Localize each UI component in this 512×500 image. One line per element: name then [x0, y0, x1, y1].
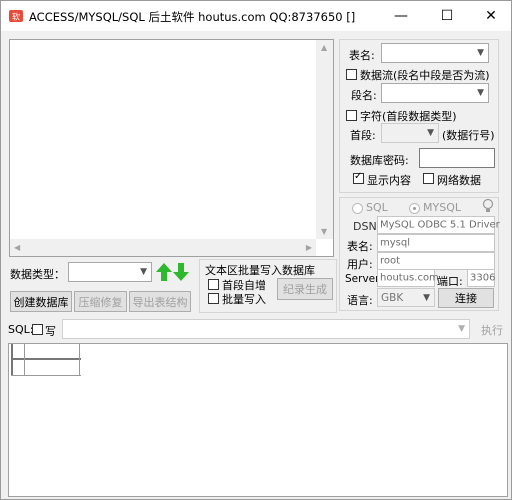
close-button[interactable]: ✕: [469, 1, 512, 31]
move-up-down-arrows: [156, 263, 189, 281]
data-type-select[interactable]: ▼: [68, 262, 152, 282]
user-label: 用户:: [347, 258, 373, 271]
svg-text:软: 软: [12, 12, 20, 22]
title-bar: 软 ACCESS/MYSQL/SQL 后土软件 houtus.com QQ:87…: [1, 1, 511, 31]
field-name-select[interactable]: ▼: [381, 83, 489, 103]
mysql-radio[interactable]: [409, 203, 420, 214]
sql-write-label: 写: [45, 325, 56, 338]
up-arrow-icon[interactable]: [156, 263, 172, 281]
show-content-checkbox[interactable]: [353, 171, 364, 184]
connect-button[interactable]: 连接: [438, 288, 494, 308]
chars-label: 字符(首段数据类型): [360, 110, 457, 123]
port-input[interactable]: 3306: [467, 269, 495, 287]
table-name-label: 表名:: [349, 49, 375, 62]
sql-label: SQL:: [8, 323, 34, 336]
show-content-label: 显示内容: [367, 174, 411, 187]
text-area-vertical-scrollbar[interactable]: ▲ ▼: [316, 40, 333, 239]
stream-checkbox[interactable]: [346, 69, 357, 80]
chevron-down-icon: ▼: [140, 267, 147, 277]
app-logo-icon: 软: [9, 10, 23, 22]
stream-label: 数据流(段名中段是否为流): [360, 69, 490, 82]
table-name-select[interactable]: ▼: [381, 43, 489, 63]
export-schema-button[interactable]: 导出表结构: [129, 291, 191, 312]
db-password-input[interactable]: [419, 148, 495, 168]
minimize-button[interactable]: —: [379, 1, 423, 31]
row-number-label: (数据行号): [442, 129, 495, 142]
first-field-select[interactable]: ▼: [381, 123, 439, 143]
table-name-2-label: 表名:: [347, 240, 373, 253]
window-title: ACCESS/MYSQL/SQL 后土软件 houtus.com QQ:8737…: [29, 10, 356, 24]
scroll-down-icon[interactable]: ▼: [321, 227, 327, 236]
language-select[interactable]: GBK ▼: [377, 288, 435, 307]
network-data-checkbox[interactable]: [423, 173, 434, 184]
mysql-radio-label: MYSQL: [423, 201, 461, 214]
lightbulb-icon[interactable]: [482, 198, 494, 214]
scroll-up-icon[interactable]: ▲: [321, 43, 327, 52]
auto-increment-checkbox[interactable]: [208, 279, 219, 290]
text-area-horizontal-scrollbar[interactable]: ◀ ▶: [10, 239, 316, 256]
dsn-input[interactable]: MySQL ODBC 5.1 Driver: [377, 216, 500, 234]
sql-input[interactable]: ▼: [62, 319, 470, 339]
user-input[interactable]: root: [377, 252, 495, 270]
data-type-label: 数据类型：: [10, 268, 65, 281]
results-grid[interactable]: [8, 343, 508, 497]
compact-repair-button[interactable]: 压缩修复: [74, 291, 127, 312]
batch-write-checkbox[interactable]: [208, 293, 219, 304]
record-generate-button[interactable]: 纪录生成: [277, 278, 333, 300]
sql-write-checkbox[interactable]: [32, 324, 43, 335]
execute-button[interactable]: 执行: [475, 319, 509, 339]
chevron-down-icon: ▼: [477, 48, 484, 58]
app-window: 软 ACCESS/MYSQL/SQL 后土软件 houtus.com QQ:87…: [0, 0, 512, 500]
maximize-button[interactable]: ☐: [425, 1, 469, 31]
port-label: 端口:: [437, 275, 463, 288]
language-label: 语言:: [347, 294, 373, 307]
chevron-down-icon: ▼: [477, 88, 484, 98]
text-area[interactable]: ▲ ▼ ◀ ▶: [9, 39, 334, 257]
chevron-down-icon: ▼: [427, 128, 434, 138]
scroll-left-icon[interactable]: ◀: [14, 243, 20, 252]
scroll-right-icon[interactable]: ▶: [306, 243, 312, 252]
chevron-down-icon: ▼: [458, 324, 465, 334]
first-field-label: 首段:: [350, 129, 376, 142]
server-input[interactable]: houtus.com: [377, 269, 439, 287]
create-database-button[interactable]: 创建数据库: [10, 291, 72, 312]
sql-radio[interactable]: [352, 203, 363, 214]
sql-radio-label: SQL: [366, 201, 388, 214]
down-arrow-icon[interactable]: [173, 263, 189, 281]
network-data-label: 网络数据: [437, 174, 481, 187]
batch-write-title: 文本区批量写入数据库: [205, 264, 315, 277]
batch-write-label: 批量写入: [222, 293, 266, 306]
chars-checkbox[interactable]: [346, 110, 357, 121]
table-name-2-input[interactable]: mysql: [377, 234, 495, 252]
chevron-down-icon: ▼: [423, 292, 430, 303]
db-password-label: 数据库密码:: [350, 154, 409, 167]
field-name-label: 段名:: [351, 89, 377, 102]
